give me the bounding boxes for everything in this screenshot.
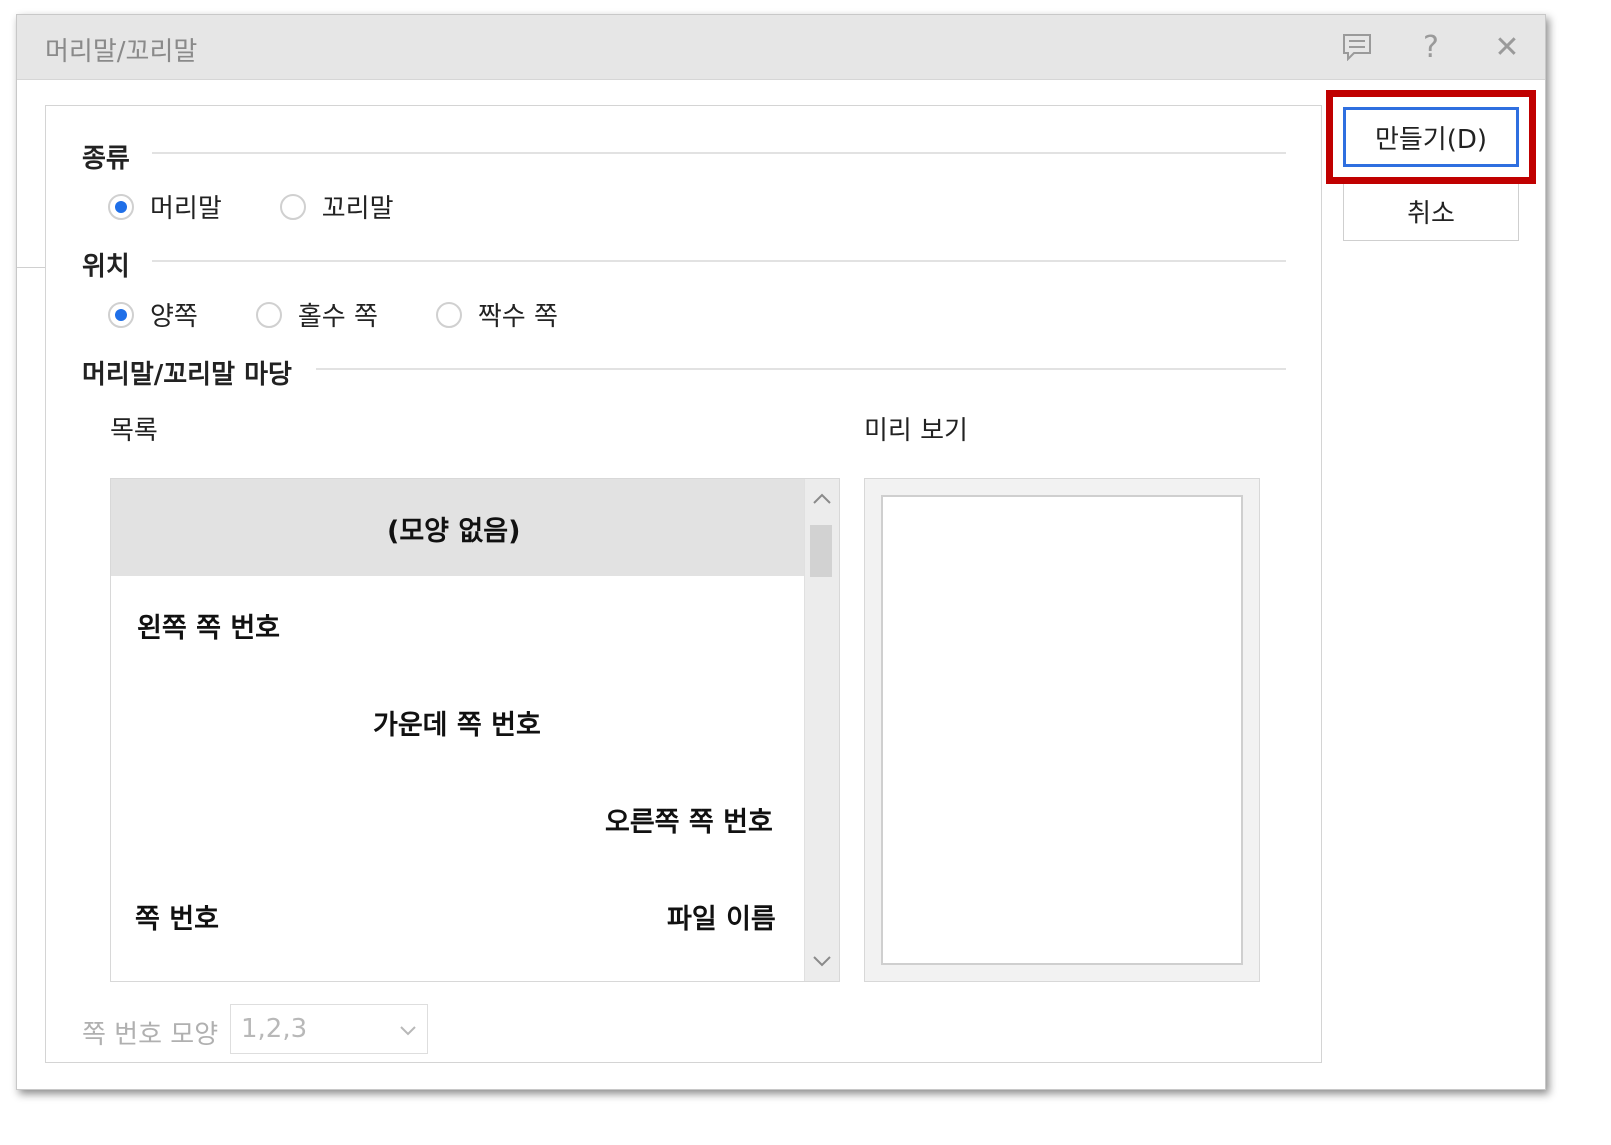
- list-scrollbar[interactable]: [804, 479, 839, 981]
- radio-header[interactable]: 머리말: [108, 188, 222, 225]
- template-listbox[interactable]: (모양 없음) 왼쪽 쪽 번호 가운데 쪽 번호 오른쪽 쪽 번호 쪽 번호 파…: [110, 478, 840, 982]
- gallery-section-label: 머리말/꼬리말 마당: [82, 360, 292, 390]
- chevron-down-icon[interactable]: [805, 943, 839, 979]
- radio-footer[interactable]: 꼬리말: [279, 188, 394, 225]
- page-number-format-select[interactable]: 1,2,3: [230, 1004, 428, 1054]
- chevron-down-icon: [399, 1017, 417, 1041]
- list-item[interactable]: 왼쪽 쪽 번호: [111, 576, 805, 673]
- radio-circle: [255, 301, 282, 328]
- options-panel: 종류 머리말 꼬리말 위치 양쪽 홀수 쪽 짝수 쪽 머리말/꼬리말 마당 목록…: [45, 105, 1322, 1063]
- radio-circle: [435, 301, 462, 328]
- radio-label: 양쪽: [150, 302, 198, 332]
- radio-odd-pages[interactable]: 홀수 쪽: [255, 296, 378, 333]
- kind-section-label: 종류: [82, 144, 130, 174]
- list-item-text-right: 파일 이름: [667, 904, 776, 935]
- preview-box: [864, 478, 1260, 982]
- chevron-up-icon[interactable]: [805, 481, 839, 517]
- list-item[interactable]: 오른쪽 쪽 번호: [111, 770, 805, 867]
- list-item-text: 가운데 쪽 번호: [373, 710, 541, 741]
- radio-label: 홀수 쪽: [297, 302, 378, 332]
- highlight-frame: [1326, 90, 1536, 184]
- radio-circle: [108, 193, 134, 220]
- list-item-text: 오른쪽 쪽 번호: [605, 807, 773, 838]
- select-value: 1,2,3: [241, 1014, 308, 1044]
- divider: [17, 267, 45, 268]
- radio-both-pages[interactable]: 양쪽: [108, 296, 198, 333]
- list-item[interactable]: 쪽 번호 파일 이름: [111, 867, 805, 964]
- list-item[interactable]: (모양 없음): [111, 479, 805, 576]
- section-divider: [152, 152, 1286, 154]
- radio-circle: [108, 301, 134, 328]
- dialog-title: 머리말/꼬리말: [45, 37, 198, 67]
- preview-page: [881, 495, 1243, 965]
- page-number-format-label: 쪽 번호 모양: [82, 1020, 219, 1050]
- radio-label: 짝수 쪽: [477, 302, 558, 332]
- header-footer-dialog: 머리말/꼬리말 ? ✕ 종류 머리말 꼬리말 위치 양쪽 홀수 쪽 짝수 쪽 머…: [16, 14, 1546, 1090]
- list-item-text-left: 쪽 번호: [135, 904, 219, 935]
- section-divider: [316, 368, 1286, 370]
- cancel-button[interactable]: 취소: [1343, 181, 1519, 241]
- preview-label: 미리 보기: [864, 416, 968, 446]
- comment-icon[interactable]: [1339, 29, 1375, 65]
- position-radio-group: 양쪽 홀수 쪽 짝수 쪽: [108, 296, 616, 333]
- radio-label: 머리말: [150, 194, 222, 224]
- help-icon[interactable]: ?: [1413, 29, 1449, 65]
- radio-label: 꼬리말: [321, 194, 394, 224]
- position-section-label: 위치: [82, 252, 130, 282]
- close-icon[interactable]: ✕: [1489, 29, 1525, 65]
- title-bar: 머리말/꼬리말 ? ✕: [17, 15, 1545, 80]
- list-item-text: (모양 없음): [387, 516, 521, 547]
- list-item[interactable]: 가운데 쪽 번호: [111, 673, 805, 770]
- radio-circle: [279, 193, 306, 220]
- list-label: 목록: [110, 416, 158, 446]
- section-divider: [152, 260, 1286, 262]
- kind-radio-group: 머리말 꼬리말: [108, 188, 452, 225]
- list-item-text: 왼쪽 쪽 번호: [137, 613, 280, 644]
- radio-even-pages[interactable]: 짝수 쪽: [435, 296, 558, 333]
- scroll-thumb[interactable]: [810, 525, 832, 577]
